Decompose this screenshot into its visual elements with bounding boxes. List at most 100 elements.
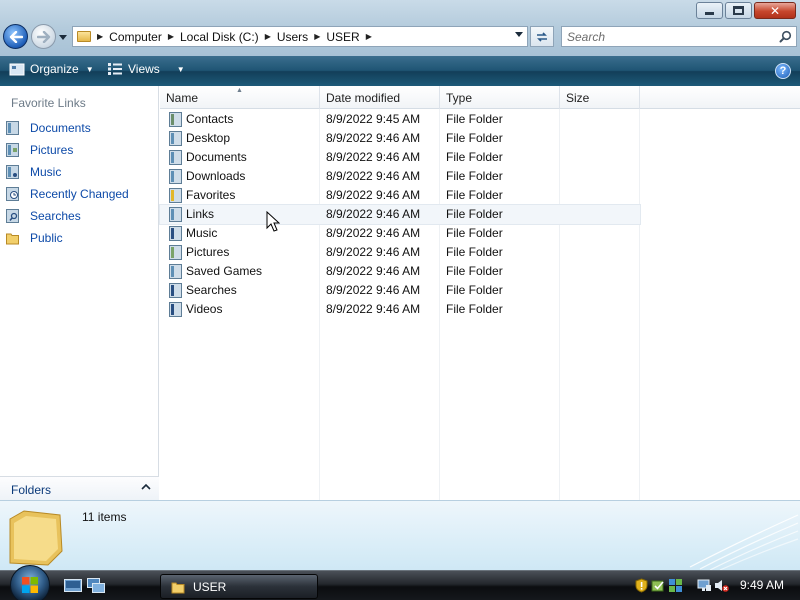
search-box[interactable] bbox=[561, 26, 797, 47]
breadcrumb-arrow-icon[interactable]: ▶ bbox=[314, 32, 320, 41]
breadcrumb-local-disk[interactable]: Local Disk (C:) bbox=[180, 30, 259, 44]
breadcrumb-arrow-icon[interactable]: ▶ bbox=[265, 32, 271, 41]
refresh-button[interactable] bbox=[530, 26, 554, 47]
maximize-button[interactable] bbox=[725, 2, 752, 19]
nav-item-music[interactable]: Music bbox=[6, 163, 61, 181]
cell-name: Saved Games bbox=[186, 264, 263, 278]
item-count: 11 items bbox=[82, 510, 127, 524]
table-row[interactable]: Pictures 8/9/2022 9:46 AM File Folder bbox=[160, 243, 640, 262]
nav-item-searches[interactable]: Searches bbox=[6, 207, 81, 225]
breadcrumb-computer[interactable]: Computer bbox=[109, 30, 162, 44]
table-row[interactable]: Music 8/9/2022 9:46 AM File Folder bbox=[160, 224, 640, 243]
search-input[interactable] bbox=[562, 27, 762, 46]
maximize-icon bbox=[733, 6, 744, 15]
windows-logo-icon bbox=[22, 577, 38, 593]
folders-bar[interactable]: Folders bbox=[0, 476, 159, 500]
breadcrumb-arrow-icon[interactable]: ▶ bbox=[168, 32, 174, 41]
table-row[interactable]: Desktop 8/9/2022 9:46 AM File Folder bbox=[160, 129, 640, 148]
table-row[interactable]: Favorites 8/9/2022 9:46 AM File Folder bbox=[160, 186, 640, 205]
folder-icon bbox=[171, 582, 185, 593]
views-button[interactable]: Views ▼ bbox=[107, 62, 185, 76]
folders-label: Folders bbox=[11, 483, 52, 497]
cell-name: Searches bbox=[186, 283, 237, 297]
table-row[interactable]: Saved Games 8/9/2022 9:46 AM File Folder bbox=[160, 262, 640, 281]
documents-folder-icon bbox=[169, 150, 182, 165]
volume-muted-icon[interactable] bbox=[714, 578, 729, 593]
table-row[interactable]: Links 8/9/2022 9:46 AM File Folder bbox=[159, 204, 641, 225]
chevron-up-icon[interactable] bbox=[141, 483, 151, 491]
column-label: Name bbox=[166, 91, 199, 105]
help-icon[interactable]: ? bbox=[775, 63, 791, 79]
cell-name: Favorites bbox=[186, 188, 236, 202]
saved-games-folder-icon bbox=[169, 264, 182, 279]
column-label: Type bbox=[446, 91, 473, 105]
windows-update-icon[interactable] bbox=[651, 578, 666, 593]
recently-changed-icon bbox=[6, 187, 19, 201]
cell-name: Music bbox=[186, 226, 218, 240]
nav-item-pictures[interactable]: Pictures bbox=[6, 141, 73, 159]
close-button[interactable]: ✕ bbox=[754, 2, 796, 19]
switch-windows-icon[interactable] bbox=[87, 578, 105, 593]
nav-item-documents[interactable]: Documents bbox=[6, 119, 91, 137]
organize-label: Organize bbox=[30, 62, 79, 76]
network-icon[interactable] bbox=[668, 578, 683, 593]
breadcrumb-users[interactable]: Users bbox=[277, 30, 308, 44]
nav-item-public[interactable]: Public bbox=[6, 229, 63, 247]
search-icon[interactable] bbox=[779, 30, 792, 43]
security-shield-icon[interactable] bbox=[634, 578, 649, 593]
contacts-folder-icon bbox=[169, 112, 182, 127]
show-desktop-icon[interactable] bbox=[64, 578, 82, 593]
nav-item-recently-changed[interactable]: Recently Changed bbox=[6, 185, 129, 203]
cell-name: Downloads bbox=[186, 169, 246, 183]
sort-ascending-icon: ▲ bbox=[236, 87, 243, 94]
mouse-cursor-icon bbox=[266, 211, 280, 232]
column-header-size[interactable]: Size bbox=[560, 86, 640, 109]
details-pane: 11 items bbox=[0, 500, 800, 570]
table-row[interactable]: Searches 8/9/2022 9:46 AM File Folder bbox=[160, 281, 640, 300]
favorites-folder-icon bbox=[169, 188, 182, 203]
organize-button[interactable]: Organize ▼ bbox=[9, 62, 94, 76]
close-icon: ✕ bbox=[769, 3, 781, 18]
address-dropdown-icon[interactable] bbox=[515, 32, 523, 37]
column-header-name[interactable]: Name ▲ bbox=[160, 86, 320, 109]
back-arrow-icon bbox=[9, 30, 23, 43]
display-icon[interactable] bbox=[697, 578, 712, 593]
music-icon bbox=[6, 165, 19, 179]
table-row[interactable]: Downloads 8/9/2022 9:46 AM File Folder bbox=[160, 167, 640, 186]
cell-name: Links bbox=[186, 207, 215, 221]
cell-name: Videos bbox=[186, 302, 223, 316]
cell-name: Desktop bbox=[186, 131, 231, 145]
taskbar-clock[interactable]: 9:49 AM bbox=[740, 578, 784, 592]
breadcrumb-user[interactable]: USER bbox=[326, 30, 359, 44]
pictures-folder-icon bbox=[169, 245, 182, 260]
table-row[interactable]: Contacts 8/9/2022 9:45 AM File Folder bbox=[160, 110, 640, 129]
cell-date-modified: 8/9/2022 9:46 AM bbox=[326, 150, 421, 164]
table-row[interactable]: Videos 8/9/2022 9:46 AM File Folder bbox=[160, 300, 640, 319]
forward-button[interactable] bbox=[31, 24, 56, 49]
cell-type: File Folder bbox=[446, 302, 503, 316]
cell-date-modified: 8/9/2022 9:46 AM bbox=[326, 245, 421, 259]
table-row[interactable]: Documents 8/9/2022 9:46 AM File Folder bbox=[160, 148, 640, 167]
breadcrumb-arrow-icon[interactable]: ▶ bbox=[97, 32, 103, 41]
breadcrumb-arrow-icon[interactable]: ▶ bbox=[366, 32, 372, 41]
taskbar-button-label: USER bbox=[193, 579, 227, 594]
nav-item-label: Pictures bbox=[30, 143, 74, 157]
cell-type: File Folder bbox=[446, 150, 503, 164]
folder-icon bbox=[77, 31, 91, 42]
back-button[interactable] bbox=[3, 24, 28, 49]
nav-item-label: Recently Changed bbox=[30, 187, 129, 201]
column-header-type[interactable]: Type bbox=[440, 86, 560, 109]
minimize-button[interactable] bbox=[696, 2, 723, 19]
desktop-folder-icon bbox=[169, 131, 182, 146]
organize-icon bbox=[9, 63, 25, 76]
cell-type: File Folder bbox=[446, 131, 503, 145]
start-button[interactable] bbox=[10, 565, 50, 600]
large-folder-icon bbox=[9, 510, 63, 566]
column-header-date-modified[interactable]: Date modified bbox=[320, 86, 440, 109]
title-bar: ✕ ▶ Computer ▶ Local Disk (C:) ▶ Users ▶… bbox=[0, 0, 800, 56]
chevron-down-icon[interactable]: ▼ bbox=[177, 65, 185, 74]
recent-pages-dropdown[interactable] bbox=[58, 32, 68, 42]
address-bar[interactable]: ▶ Computer ▶ Local Disk (C:) ▶ Users ▶ U… bbox=[72, 26, 528, 47]
cell-date-modified: 8/9/2022 9:46 AM bbox=[326, 264, 421, 278]
taskbar-button-user[interactable]: USER bbox=[160, 574, 318, 599]
